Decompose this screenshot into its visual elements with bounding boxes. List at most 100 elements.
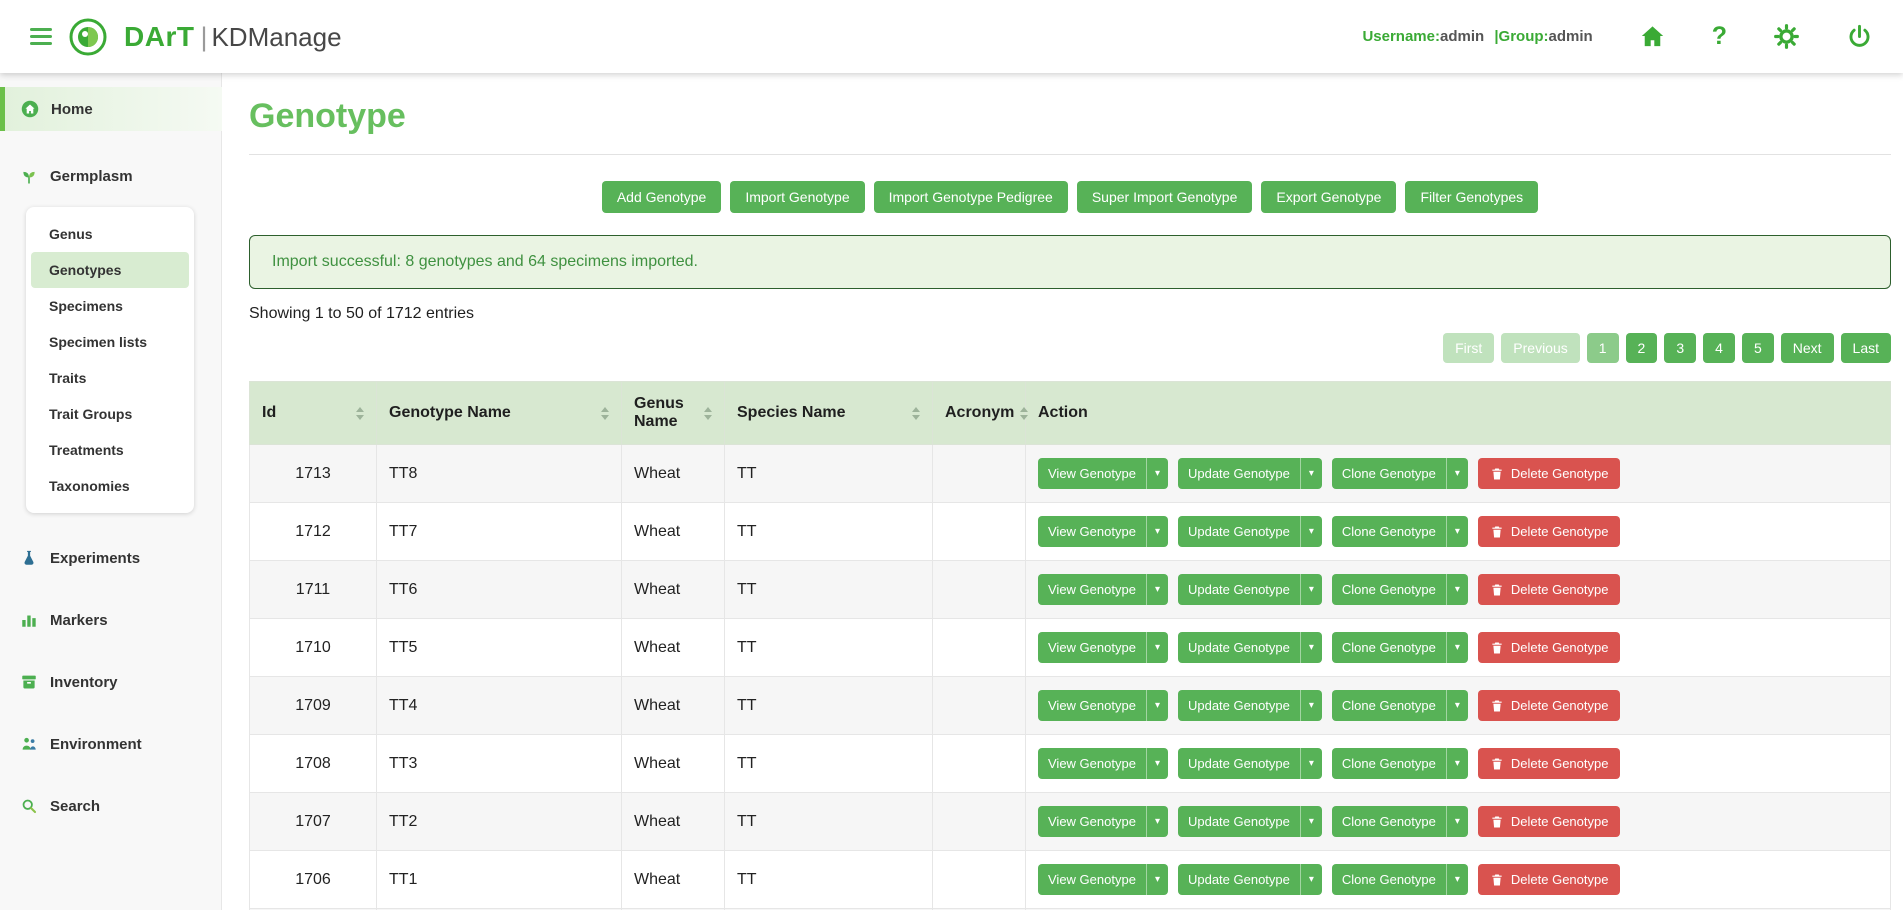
sidebar-item-genus[interactable]: Genus: [31, 216, 189, 252]
hamburger-menu-icon[interactable]: [30, 28, 52, 45]
clone-genotype-dropdown-caret[interactable]: ▾: [1446, 690, 1468, 721]
sidebar-item-trait-groups[interactable]: Trait Groups: [31, 396, 189, 432]
sidebar-item-experiments[interactable]: Experiments: [0, 537, 222, 579]
column-header-species-name[interactable]: Species Name: [725, 382, 933, 445]
pagination-page-2[interactable]: 2: [1626, 333, 1658, 363]
view-genotype-button[interactable]: View Genotype ▾: [1038, 748, 1168, 779]
update-genotype-dropdown-caret[interactable]: ▾: [1300, 864, 1322, 895]
column-header-acronym[interactable]: Acronym: [933, 382, 1026, 445]
sidebar-item-genotypes[interactable]: Genotypes: [31, 252, 189, 288]
pagination-first[interactable]: First: [1443, 333, 1494, 363]
update-genotype-button[interactable]: Update Genotype ▾: [1178, 864, 1322, 895]
delete-genotype-button[interactable]: Delete Genotype: [1478, 690, 1621, 721]
delete-genotype-button[interactable]: Delete Genotype: [1478, 574, 1621, 605]
sidebar-item-germplasm[interactable]: Germplasm: [0, 155, 222, 197]
clone-genotype-button[interactable]: Clone Genotype ▾: [1332, 806, 1468, 837]
pagination-next[interactable]: Next: [1781, 333, 1834, 363]
view-genotype-button[interactable]: View Genotype ▾: [1038, 574, 1168, 605]
clone-genotype-dropdown-caret[interactable]: ▾: [1446, 806, 1468, 837]
clone-genotype-dropdown-caret[interactable]: ▾: [1446, 748, 1468, 779]
delete-genotype-button[interactable]: Delete Genotype: [1478, 632, 1621, 663]
delete-genotype-button[interactable]: Delete Genotype: [1478, 516, 1621, 547]
delete-genotype-button[interactable]: Delete Genotype: [1478, 458, 1621, 489]
clone-genotype-button[interactable]: Clone Genotype ▾: [1332, 864, 1468, 895]
import-genotype-pedigree-button[interactable]: Import Genotype Pedigree: [874, 181, 1068, 213]
delete-genotype-button[interactable]: Delete Genotype: [1478, 806, 1621, 837]
view-genotype-dropdown-caret[interactable]: ▾: [1146, 632, 1168, 663]
update-genotype-dropdown-caret[interactable]: ▾: [1300, 690, 1322, 721]
clone-genotype-button[interactable]: Clone Genotype ▾: [1332, 458, 1468, 489]
main-content: Genotype Add Genotype Import Genotype Im…: [222, 73, 1903, 910]
column-header-genotype-name[interactable]: Genotype Name: [377, 382, 622, 445]
gear-icon[interactable]: [1773, 23, 1800, 50]
cell-species-name: TT: [725, 503, 933, 561]
sidebar-item-markers[interactable]: Markers: [0, 599, 222, 641]
add-genotype-button[interactable]: Add Genotype: [602, 181, 722, 213]
view-genotype-button[interactable]: View Genotype ▾: [1038, 516, 1168, 547]
sidebar-item-home[interactable]: Home: [0, 87, 222, 131]
update-genotype-button[interactable]: Update Genotype ▾: [1178, 748, 1322, 779]
view-genotype-dropdown-caret[interactable]: ▾: [1146, 458, 1168, 489]
pagination-page-3[interactable]: 3: [1664, 333, 1696, 363]
home-icon[interactable]: [1639, 23, 1666, 50]
sidebar-item-specimen-lists[interactable]: Specimen lists: [31, 324, 189, 360]
super-import-genotype-button[interactable]: Super Import Genotype: [1077, 181, 1253, 213]
clone-genotype-button[interactable]: Clone Genotype ▾: [1332, 748, 1468, 779]
update-genotype-dropdown-caret[interactable]: ▾: [1300, 806, 1322, 837]
view-genotype-dropdown-caret[interactable]: ▾: [1146, 748, 1168, 779]
clone-genotype-button[interactable]: Clone Genotype ▾: [1332, 632, 1468, 663]
import-genotype-button[interactable]: Import Genotype: [730, 181, 864, 213]
clone-genotype-dropdown-caret[interactable]: ▾: [1446, 516, 1468, 547]
view-genotype-dropdown-caret[interactable]: ▾: [1146, 864, 1168, 895]
view-genotype-dropdown-caret[interactable]: ▾: [1146, 690, 1168, 721]
export-genotype-button[interactable]: Export Genotype: [1261, 181, 1396, 213]
clone-genotype-dropdown-caret[interactable]: ▾: [1446, 632, 1468, 663]
view-genotype-button[interactable]: View Genotype ▾: [1038, 806, 1168, 837]
clone-genotype-dropdown-caret[interactable]: ▾: [1446, 574, 1468, 605]
view-genotype-button[interactable]: View Genotype ▾: [1038, 632, 1168, 663]
view-genotype-dropdown-caret[interactable]: ▾: [1146, 806, 1168, 837]
view-genotype-button[interactable]: View Genotype ▾: [1038, 864, 1168, 895]
update-genotype-button[interactable]: Update Genotype ▾: [1178, 458, 1322, 489]
view-genotype-button[interactable]: View Genotype ▾: [1038, 458, 1168, 489]
update-genotype-dropdown-caret[interactable]: ▾: [1300, 632, 1322, 663]
pagination-page-1[interactable]: 1: [1587, 333, 1619, 363]
sidebar-item-environment[interactable]: Environment: [0, 723, 222, 765]
clone-genotype-dropdown-caret[interactable]: ▾: [1446, 458, 1468, 489]
delete-genotype-button[interactable]: Delete Genotype: [1478, 864, 1621, 895]
view-genotype-dropdown-caret[interactable]: ▾: [1146, 516, 1168, 547]
update-genotype-dropdown-caret[interactable]: ▾: [1300, 574, 1322, 605]
sidebar-item-label: Search: [50, 798, 100, 815]
update-genotype-dropdown-caret[interactable]: ▾: [1300, 458, 1322, 489]
sidebar-item-taxonomies[interactable]: Taxonomies: [31, 468, 189, 504]
cell-action: View Genotype ▾ Update Genotype ▾ Clone …: [1026, 851, 1891, 909]
update-genotype-button[interactable]: Update Genotype ▾: [1178, 806, 1322, 837]
sidebar-item-traits[interactable]: Traits: [31, 360, 189, 396]
power-icon[interactable]: [1846, 23, 1873, 50]
clone-genotype-button[interactable]: Clone Genotype ▾: [1332, 574, 1468, 605]
update-genotype-button[interactable]: Update Genotype ▾: [1178, 632, 1322, 663]
delete-genotype-button[interactable]: Delete Genotype: [1478, 748, 1621, 779]
view-genotype-button[interactable]: View Genotype ▾: [1038, 690, 1168, 721]
pagination-previous[interactable]: Previous: [1501, 333, 1579, 363]
column-header-id[interactable]: Id: [250, 382, 377, 445]
clone-genotype-button[interactable]: Clone Genotype ▾: [1332, 690, 1468, 721]
filter-genotypes-button[interactable]: Filter Genotypes: [1405, 181, 1538, 213]
sidebar-item-treatments[interactable]: Treatments: [31, 432, 189, 468]
update-genotype-button[interactable]: Update Genotype ▾: [1178, 690, 1322, 721]
view-genotype-dropdown-caret[interactable]: ▾: [1146, 574, 1168, 605]
update-genotype-dropdown-caret[interactable]: ▾: [1300, 516, 1322, 547]
update-genotype-dropdown-caret[interactable]: ▾: [1300, 748, 1322, 779]
pagination-page-5[interactable]: 5: [1742, 333, 1774, 363]
clone-genotype-dropdown-caret[interactable]: ▾: [1446, 864, 1468, 895]
update-genotype-button[interactable]: Update Genotype ▾: [1178, 516, 1322, 547]
pagination-last[interactable]: Last: [1841, 333, 1891, 363]
sidebar-item-specimens[interactable]: Specimens: [31, 288, 189, 324]
column-header-genus-name[interactable]: Genus Name: [622, 382, 725, 445]
clone-genotype-button[interactable]: Clone Genotype ▾: [1332, 516, 1468, 547]
pagination-page-4[interactable]: 4: [1703, 333, 1735, 363]
help-icon[interactable]: ?: [1712, 24, 1727, 49]
sidebar-item-inventory[interactable]: Inventory: [0, 661, 222, 703]
sidebar-item-search[interactable]: Search: [0, 785, 222, 827]
update-genotype-button[interactable]: Update Genotype ▾: [1178, 574, 1322, 605]
